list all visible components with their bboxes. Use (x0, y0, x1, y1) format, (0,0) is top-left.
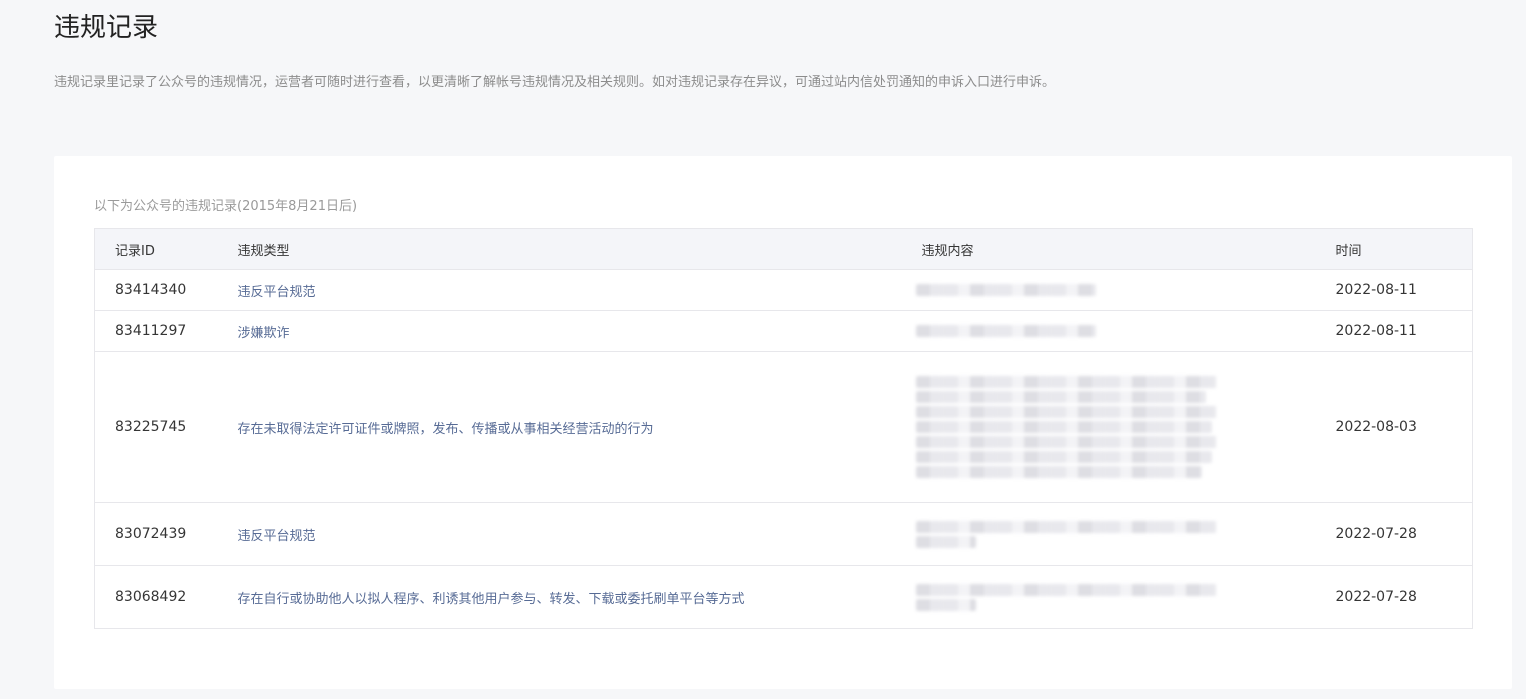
violation-type: 涉嫌欺诈 (217, 310, 902, 352)
header-time: 时间 (1315, 228, 1473, 270)
redacted-line (915, 421, 1212, 433)
records-table: 记录ID 违规类型 违规内容 时间 83414340 违反平台规范 2022-0… (94, 228, 1473, 629)
violation-type: 违反平台规范 (217, 269, 902, 311)
violation-content-redacted (901, 565, 1316, 629)
redacted-content (915, 325, 1096, 337)
violation-type: 存在自行或协助他人以拟人程序、利诱其他用户参与、转发、下载或委托刷单平台等方式 (217, 565, 902, 629)
redacted-line (915, 451, 1212, 463)
redacted-line (915, 583, 1216, 596)
header-violation-content: 违规内容 (901, 228, 1316, 270)
violation-type: 违反平台规范 (217, 502, 902, 566)
page-description: 违规记录里记录了公众号的违规情况，运营者可随时进行查看，以更清晰了解帐号违规情况… (54, 75, 1056, 90)
header-violation-type: 违规类型 (217, 228, 902, 270)
redacted-content (915, 583, 1316, 611)
records-caption: 以下为公众号的违规记录(2015年8月21日后) (94, 199, 358, 214)
record-time: 2022-08-11 (1315, 269, 1473, 311)
header-record-id: 记录ID (94, 228, 218, 270)
redacted-line (915, 466, 1202, 478)
record-id: 83414340 (94, 269, 218, 311)
table-row: 83414340 违反平台规范 2022-08-11 (94, 269, 1473, 311)
violation-type: 存在未取得法定许可证件或牌照，发布、传播或从事相关经营活动的行为 (217, 351, 902, 503)
record-id: 83072439 (94, 502, 218, 566)
redacted-line (915, 598, 976, 611)
redacted-content (915, 520, 1316, 548)
page-title: 违规记录 (54, 13, 159, 43)
violation-content-redacted (901, 269, 1316, 311)
violation-records-page: 违规记录 违规记录里记录了公众号的违规情况，运营者可随时进行查看，以更清晰了解帐… (0, 0, 1526, 699)
redacted-content (915, 376, 1216, 478)
redacted-line (915, 406, 1216, 418)
redacted-line (915, 391, 1206, 403)
violation-content-redacted (901, 502, 1316, 566)
table-row: 83225745 存在未取得法定许可证件或牌照，发布、传播或从事相关经营活动的行… (94, 351, 1473, 503)
redacted-line (915, 535, 976, 548)
record-id: 83068492 (94, 565, 218, 629)
redacted-line (915, 436, 1216, 448)
record-time: 2022-08-03 (1315, 351, 1473, 503)
table-row: 83068492 存在自行或协助他人以拟人程序、利诱其他用户参与、转发、下载或委… (94, 565, 1473, 629)
record-id: 83225745 (94, 351, 218, 503)
record-id: 83411297 (94, 310, 218, 352)
record-time: 2022-07-28 (1315, 502, 1473, 566)
record-time: 2022-08-11 (1315, 310, 1473, 352)
redacted-line (915, 520, 1216, 533)
violation-content-redacted (901, 351, 1316, 503)
violation-content-redacted (901, 310, 1316, 352)
redacted-line (915, 376, 1216, 388)
record-time: 2022-07-28 (1315, 565, 1473, 629)
table-row: 83072439 违反平台规范 2022-07-28 (94, 502, 1473, 566)
redacted-content (915, 284, 1096, 296)
table-row: 83411297 涉嫌欺诈 2022-08-11 (94, 310, 1473, 352)
table-header-row: 记录ID 违规类型 违规内容 时间 (94, 228, 1473, 270)
records-card: 以下为公众号的违规记录(2015年8月21日后) 记录ID 违规类型 违规内容 … (54, 156, 1512, 689)
